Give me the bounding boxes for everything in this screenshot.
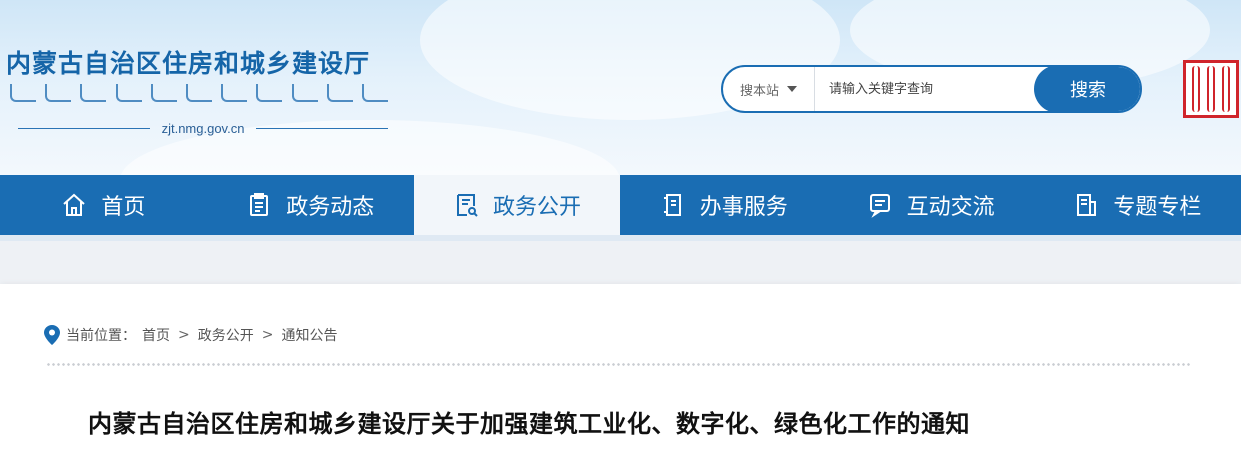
nav-item-label: 首页 (101, 195, 146, 220)
main-nav: 首页 政务动态 政务公开 办事服务 互动交流 专题专栏 (0, 175, 1241, 235)
nav-item-services[interactable]: 办事服务 (620, 175, 827, 235)
home-icon (61, 192, 87, 218)
search-scope-select[interactable]: 搜本站 (723, 67, 815, 111)
domain-text: zjt.nmg.gov.cn (161, 120, 245, 136)
breadcrumb-link-home[interactable]: 首页 (142, 325, 170, 345)
document-icon (453, 192, 479, 218)
search-scope-label: 搜本站 (739, 83, 779, 99)
nav-item-topics[interactable]: 专题专栏 (1034, 175, 1241, 235)
search-button[interactable]: 搜索 (1034, 67, 1140, 111)
location-pin-icon (44, 325, 60, 345)
nav-item-news[interactable]: 政务动态 (207, 175, 414, 235)
nav-item-label: 专题专栏 (1113, 195, 1202, 220)
nav-item-interaction[interactable]: 互动交流 (827, 175, 1034, 235)
mongolian-script-title (10, 82, 388, 104)
nav-item-public-affairs[interactable]: 政务公开 (413, 175, 621, 235)
article-title: 内蒙古自治区住房和城乡建设厅关于加强建筑工业化、数字化、绿色化工作的通知 (88, 410, 970, 438)
clipboard-icon (246, 192, 272, 218)
nav-underline-strip (0, 235, 1241, 241)
breadcrumb-separator: > (261, 327, 274, 343)
column-icon (1073, 192, 1099, 218)
breadcrumb-link-public-affairs[interactable]: 政务公开 (198, 325, 254, 345)
header-banner: 内蒙古自治区住房和城乡建设厅 zjt.nmg.gov.cn 搜本站 搜索 (0, 0, 1241, 175)
chat-icon (867, 192, 893, 218)
nav-item-label: 互动交流 (906, 195, 995, 220)
nav-item-label: 办事服务 (699, 195, 788, 220)
dotted-divider (46, 362, 1192, 367)
nav-item-home[interactable]: 首页 (0, 175, 207, 235)
service-icon (660, 192, 686, 218)
nav-item-label: 政务公开 (492, 195, 581, 220)
breadcrumb-prefix: 当前位置： (66, 328, 136, 344)
search-input[interactable] (815, 67, 1034, 111)
site-title[interactable]: 内蒙古自治区住房和城乡建设厅 (6, 44, 370, 80)
nav-item-label: 政务动态 (286, 195, 375, 220)
search-bar: 搜本站 搜索 (721, 65, 1142, 113)
site-domain: zjt.nmg.gov.cn (18, 118, 389, 138)
breadcrumb: 当前位置： 首页 > 政务公开 > 通知公告 (44, 324, 337, 346)
content-card: 当前位置： 首页 > 政务公开 > 通知公告 内蒙古自治区住房和城乡建设厅关于加… (0, 284, 1241, 453)
caret-down-icon (787, 86, 797, 92)
divider (256, 127, 389, 129)
divider (18, 127, 150, 129)
breadcrumb-separator: > (178, 327, 190, 343)
breadcrumb-link-notices[interactable]: 通知公告 (281, 325, 337, 345)
mongolian-seal-logo (1183, 60, 1239, 118)
